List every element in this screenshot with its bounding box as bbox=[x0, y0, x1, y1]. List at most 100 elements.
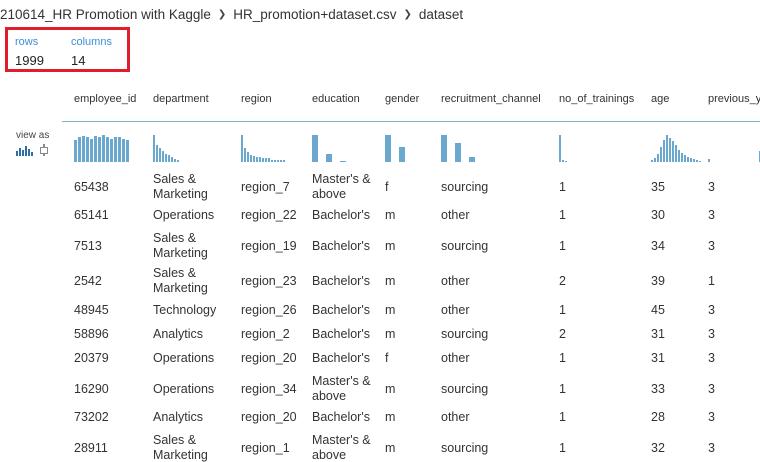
cell-education: Bachelor's bbox=[312, 274, 370, 288]
histogram-region[interactable] bbox=[241, 135, 285, 162]
chevron-right-icon: ❯ bbox=[403, 8, 412, 20]
cell-gender: m bbox=[385, 274, 396, 288]
cell-region: region_23 bbox=[241, 274, 297, 288]
cell-previous-y: 3 bbox=[708, 441, 715, 455]
histogram-bar bbox=[672, 141, 674, 162]
histogram-icon[interactable] bbox=[16, 146, 33, 156]
breadcrumb-item-file[interactable]: HR_promotion+dataset.csv bbox=[233, 7, 396, 22]
cell-department: Sales & Marketing bbox=[153, 433, 208, 462]
cell-department: Operations bbox=[153, 208, 215, 222]
histogram-bar bbox=[657, 154, 659, 162]
cell-age: 33 bbox=[651, 382, 665, 396]
cell-region: region_2 bbox=[241, 327, 290, 341]
cell-no-of-trainings: 2 bbox=[559, 274, 566, 288]
breadcrumb-item-experiment[interactable]: 210614_HR Promotion with Kaggle bbox=[0, 7, 211, 22]
histogram-age[interactable] bbox=[651, 135, 701, 162]
histogram-bar bbox=[696, 160, 698, 162]
cell-gender: m bbox=[385, 303, 396, 317]
cell-recruitment-channel: other bbox=[441, 351, 470, 365]
column-header-previous-y[interactable]: previous_y bbox=[708, 93, 760, 105]
cell-employee-id: 20379 bbox=[74, 351, 109, 365]
histogram-bar bbox=[693, 159, 695, 162]
histogram-bar bbox=[78, 137, 81, 162]
histogram-bar bbox=[660, 147, 662, 162]
rows-value: 1999 bbox=[15, 53, 44, 68]
histogram-bar bbox=[565, 161, 567, 162]
cell-employee-id: 28911 bbox=[74, 441, 108, 455]
histogram-gender[interactable] bbox=[385, 135, 405, 162]
histogram-bar bbox=[681, 153, 683, 162]
column-header-recruitment-channel[interactable]: recruitment_channel bbox=[441, 93, 541, 105]
histogram-bar bbox=[110, 139, 113, 162]
columns-label: columns bbox=[71, 36, 112, 48]
histogram-bar bbox=[690, 158, 692, 162]
histogram-bar bbox=[244, 148, 246, 162]
histogram-employee-id[interactable] bbox=[74, 135, 129, 162]
cell-gender: f bbox=[385, 351, 389, 365]
cell-region: region_26 bbox=[241, 303, 297, 317]
cell-previous-y: 3 bbox=[708, 410, 715, 424]
cell-recruitment-channel: other bbox=[441, 410, 470, 424]
rows-label: rows bbox=[15, 36, 39, 48]
column-header-age[interactable]: age bbox=[651, 93, 669, 105]
cell-employee-id: 58896 bbox=[74, 327, 109, 341]
histogram-bar bbox=[399, 147, 405, 162]
histogram-bar bbox=[102, 135, 105, 162]
histogram-education[interactable] bbox=[312, 135, 346, 162]
boxplot-icon[interactable] bbox=[40, 144, 48, 156]
cell-employee-id: 65438 bbox=[74, 180, 109, 194]
histogram-bar bbox=[86, 137, 89, 162]
cell-department: Sales & Marketing bbox=[153, 231, 208, 260]
histogram-bar bbox=[168, 155, 170, 162]
histogram-bar bbox=[165, 154, 167, 162]
cell-education: Bachelor's bbox=[312, 239, 370, 253]
histogram-bar bbox=[559, 135, 561, 162]
cell-education: Bachelor's bbox=[312, 208, 370, 222]
histogram-bar bbox=[74, 140, 77, 162]
histogram-previous-y[interactable] bbox=[708, 135, 760, 162]
cell-age: 35 bbox=[651, 180, 665, 194]
histogram-bar bbox=[326, 154, 332, 162]
cell-education: Bachelor's bbox=[312, 410, 370, 424]
column-header-gender[interactable]: gender bbox=[385, 93, 419, 105]
cell-employee-id: 65141 bbox=[74, 208, 109, 222]
cell-previous-y: 3 bbox=[708, 208, 715, 222]
histogram-bar bbox=[247, 152, 249, 162]
column-header-department[interactable]: department bbox=[153, 93, 209, 105]
histogram-department[interactable] bbox=[153, 135, 179, 162]
histogram-bar bbox=[106, 137, 109, 162]
cell-education: Bachelor's bbox=[312, 303, 370, 317]
cell-previous-y: 3 bbox=[708, 351, 715, 365]
histogram-recruitment-channel[interactable] bbox=[441, 135, 475, 162]
histogram-bar bbox=[312, 135, 318, 162]
histogram-bar bbox=[241, 135, 243, 162]
cell-gender: m bbox=[385, 239, 396, 253]
histogram-bar bbox=[250, 155, 252, 162]
cell-age: 32 bbox=[651, 441, 665, 455]
cell-no-of-trainings: 1 bbox=[559, 351, 566, 365]
histogram-bar bbox=[98, 137, 101, 162]
cell-recruitment-channel: sourcing bbox=[441, 382, 489, 396]
column-header-region[interactable]: region bbox=[241, 93, 272, 105]
cell-education: Master's & above bbox=[312, 433, 371, 462]
cell-recruitment-channel: other bbox=[441, 208, 470, 222]
histogram-bar bbox=[259, 157, 261, 162]
cell-department: Operations bbox=[153, 382, 215, 396]
cell-age: 31 bbox=[651, 351, 665, 365]
histogram-bar bbox=[253, 156, 255, 162]
histogram-bar bbox=[469, 157, 475, 162]
cell-age: 34 bbox=[651, 239, 665, 253]
cell-region: region_19 bbox=[241, 239, 297, 253]
cell-region: region_34 bbox=[241, 382, 297, 396]
histogram-bar bbox=[122, 139, 125, 162]
histogram-bar bbox=[675, 145, 677, 162]
column-header-no-of-trainings[interactable]: no_of_trainings bbox=[559, 93, 634, 105]
column-header-education[interactable]: education bbox=[312, 93, 360, 105]
cell-gender: m bbox=[385, 441, 396, 455]
column-header-employee-id[interactable]: employee_id bbox=[74, 93, 136, 105]
cell-recruitment-channel: sourcing bbox=[441, 239, 489, 253]
histogram-bar bbox=[708, 159, 710, 162]
histogram-no-of-trainings[interactable] bbox=[559, 135, 585, 162]
histogram-bar bbox=[283, 160, 285, 162]
cell-department: Sales & Marketing bbox=[153, 266, 208, 295]
